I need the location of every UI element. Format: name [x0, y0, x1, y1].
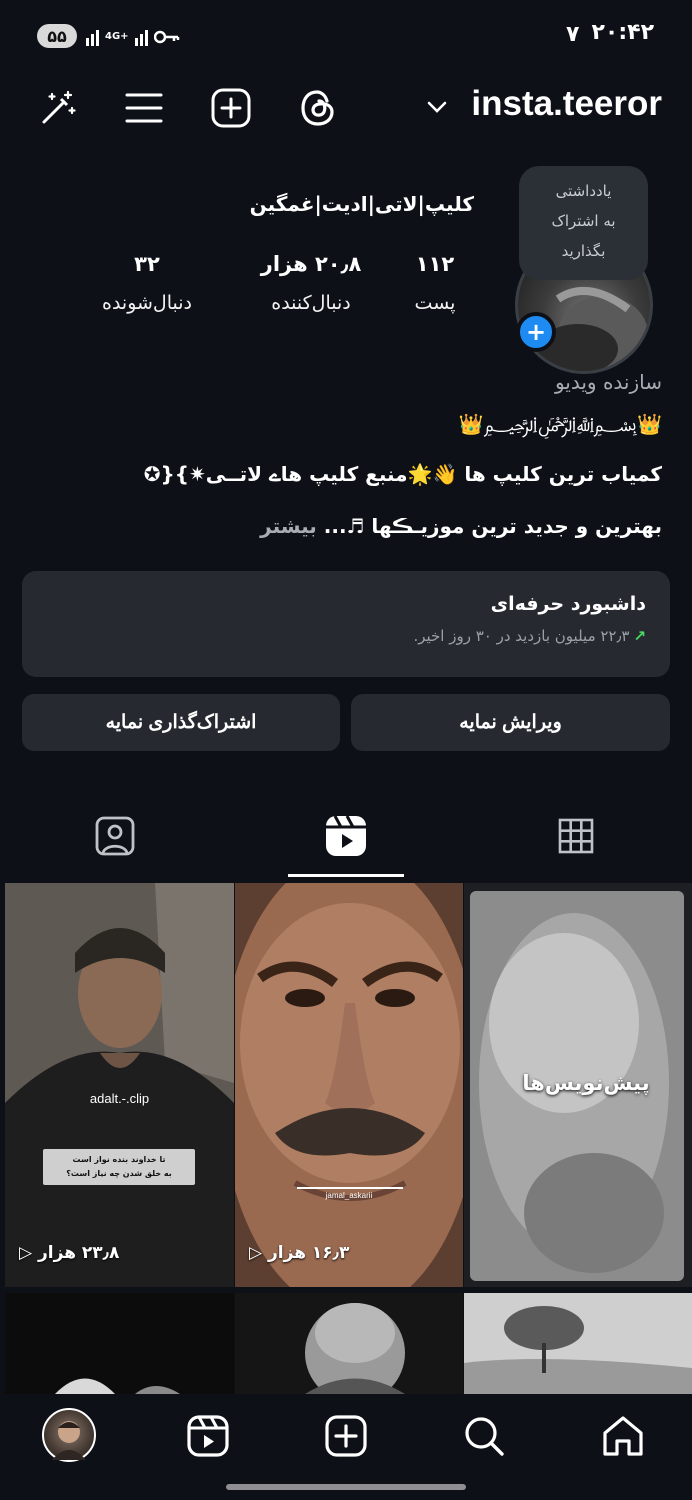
stat-followers[interactable]: ۲۰٫۸ هزار دنبال‌کننده [246, 252, 376, 314]
signal-icon-2 [134, 28, 148, 46]
grid-item-6[interactable] [5, 1293, 234, 1394]
add-story-button[interactable]: + [516, 312, 556, 352]
profile-header: insta.teeror [0, 80, 692, 136]
battery-indicator: ۵۵ [37, 24, 77, 48]
signal-icon [86, 28, 99, 46]
bio-crown-line: 👑﷽👑 [458, 412, 662, 436]
tab-grid[interactable] [546, 808, 606, 864]
play-count-icon: ▷ [249, 1243, 263, 1263]
tagged-icon [95, 816, 135, 856]
share-profile-button[interactable]: اشتراک‌گذاری نمایه [22, 694, 340, 751]
chevron-down-icon[interactable] [424, 94, 450, 120]
grid-icon [558, 818, 594, 854]
reel-2-watermark: adalt.-.clip [89, 1091, 150, 1106]
stat-following-label: دنبال‌شونده [101, 292, 193, 314]
edit-profile-button[interactable]: ویرایش نمایه [351, 694, 670, 751]
note-line-3: بگذارید [561, 242, 606, 260]
active-tab-indicator [288, 874, 404, 877]
reel-2-views: ۲۳٫۸ هزار ▷ [19, 1243, 119, 1263]
bio-line-1: کمیاب ترین کلیپ ها 👋🌟منبع کلیپ هاے لاتــ… [143, 462, 662, 486]
note-bubble[interactable]: یادداشتی به اشتراک بگذارید [519, 166, 648, 280]
reels-nav-button[interactable] [182, 1410, 234, 1462]
reel-1-views-text: ۱۶٫۳ هزار [268, 1243, 350, 1263]
status-bar: ۵۵ 4G+ ۷ ۲۰:۴۲ [0, 0, 692, 70]
grid-item-4-thumbnail [464, 1293, 692, 1394]
dashboard-subtitle: ↗۲۲٫۳ میلیون بازدید در ۳۰ روز اخیر. [46, 627, 646, 645]
grid-item-5[interactable] [235, 1293, 463, 1394]
reel-1-views: ۱۶٫۳ هزار ▷ [249, 1243, 349, 1263]
threads-icon[interactable] [296, 86, 340, 130]
grid-item-reel-2[interactable]: adalt.-.clip تا خداوند بنده نواز است به … [5, 883, 234, 1287]
home-icon [603, 1416, 643, 1456]
bio-line-2-text: بهترین و جدید ترین موزیـڪها ♬... [323, 514, 662, 538]
home-nav-button[interactable] [597, 1410, 649, 1462]
tab-reels[interactable] [316, 808, 376, 864]
reels-icon [187, 1415, 229, 1457]
menu-icon[interactable] [122, 86, 166, 130]
create-icon [325, 1415, 367, 1457]
bio-line-2: بهترین و جدید ترین موزیـڪها ♬... بیشتر [260, 514, 662, 538]
grid-item-4[interactable] [464, 1293, 692, 1394]
stat-posts[interactable]: ۱۱۲ پست [400, 252, 470, 314]
grid-item-5-thumbnail [235, 1293, 463, 1394]
network-type: 4G+ [105, 31, 129, 42]
profile-avatar[interactable] [42, 1408, 96, 1462]
stat-followers-value: ۲۰٫۸ هزار [260, 252, 362, 276]
stat-followers-label: دنبال‌کننده [271, 292, 351, 314]
reels-icon [326, 815, 366, 856]
category-label: سازنده ویدیو [554, 370, 662, 394]
sparkle-wand-icon[interactable] [36, 86, 80, 130]
stat-posts-value: ۱۱۲ [415, 252, 455, 276]
reel-2-views-text: ۲۳٫۸ هزار [38, 1243, 120, 1263]
note-line-1: یادداشتی [555, 182, 612, 200]
create-plus-icon[interactable] [209, 86, 253, 130]
note-line-2: به اشتراک [551, 212, 616, 230]
trend-up-icon: ↗ [633, 627, 646, 645]
bio-more-link[interactable]: بیشتر [260, 514, 317, 538]
search-icon [465, 1417, 504, 1456]
status-icons: 4G+ [86, 24, 180, 50]
grid-item-drafts[interactable]: پیش‌نویس‌ها [464, 883, 692, 1287]
drafts-label: پیش‌نویس‌ها [522, 1071, 650, 1095]
nav-avatar-image [52, 1421, 86, 1460]
professional-dashboard-card[interactable]: داشبورد حرفه‌ای ↗۲۲٫۳ میلیون بازدید در ۳… [22, 571, 670, 677]
status-notification-count: ۷ [566, 22, 580, 47]
reel-1-watermark-line [297, 1187, 403, 1189]
key-icon [153, 30, 179, 44]
grid-item-reel-1[interactable]: jamal_askarii ۱۶٫۳ هزار ▷ [235, 883, 463, 1287]
reel-2-caption: تا خداوند بنده نواز است به خلق شدن چه نی… [43, 1149, 195, 1185]
grid-item-6-thumbnail [5, 1293, 234, 1394]
play-count-icon: ▷ [19, 1243, 33, 1263]
stat-following[interactable]: ۳۲ دنبال‌شونده [84, 252, 210, 314]
status-time: ۲۰:۴۲ [591, 20, 654, 45]
reel-1-thumbnail [235, 883, 463, 1287]
stat-posts-label: پست [414, 292, 456, 314]
create-nav-button[interactable] [320, 1410, 372, 1462]
stat-following-value: ۳۲ [134, 252, 160, 276]
dashboard-views-text: ۲۲٫۳ میلیون بازدید در ۳۰ روز اخیر. [413, 627, 630, 645]
reel-1-watermark: jamal_askarii [325, 1191, 373, 1200]
tab-tagged[interactable] [85, 808, 145, 864]
home-indicator [226, 1484, 466, 1490]
reel-2-thumbnail [5, 883, 234, 1287]
username[interactable]: insta.teeror [471, 84, 662, 124]
display-name: کلیپ|لاتی|ادیت|غمگین [249, 192, 474, 216]
search-nav-button[interactable] [458, 1410, 510, 1462]
dashboard-title: داشبورد حرفه‌ای [490, 593, 646, 615]
